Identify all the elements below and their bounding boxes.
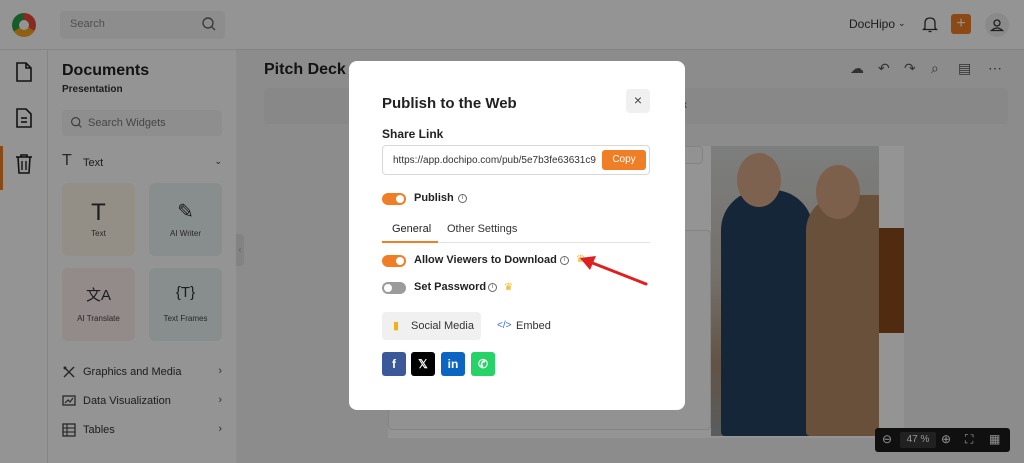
x-share-button[interactable]: 𝕏 <box>411 352 435 376</box>
social-media-label: Social Media <box>411 320 474 332</box>
annotation-arrow-icon <box>580 256 648 286</box>
linkedin-icon: in <box>447 357 459 371</box>
tab-general[interactable]: General <box>392 223 431 235</box>
copy-button[interactable]: Copy <box>602 150 646 170</box>
publish-dialog: Publish to the Web × Share Link https://… <box>349 61 685 410</box>
dialog-title: Publish to the Web <box>382 95 517 112</box>
share-link-label: Share Link <box>382 127 444 141</box>
publish-label: Publish <box>414 192 454 204</box>
whatsapp-icon: ✆ <box>477 357 489 371</box>
social-media-tab[interactable]: ▮ Social Media <box>382 312 481 340</box>
embed-tab[interactable]: </> Embed <box>489 312 559 340</box>
allow-download-label: Allow Viewers to Download <box>414 254 557 266</box>
crown-icon: ♛ <box>504 282 513 293</box>
facebook-share-button[interactable]: f <box>382 352 406 376</box>
publish-toggle[interactable] <box>382 193 406 205</box>
x-icon: 𝕏 <box>418 357 428 371</box>
active-tab-indicator <box>382 241 438 243</box>
info-icon[interactable]: i <box>458 194 467 203</box>
linkedin-share-button[interactable]: in <box>441 352 465 376</box>
facebook-icon: f <box>392 357 396 371</box>
set-password-label: Set Password <box>414 281 487 293</box>
whatsapp-share-button[interactable]: ✆ <box>471 352 495 376</box>
allow-download-toggle[interactable] <box>382 255 406 267</box>
code-icon: </> <box>497 320 512 331</box>
embed-label: Embed <box>516 320 551 332</box>
info-icon[interactable]: i <box>488 283 497 292</box>
share-link-url[interactable]: https://app.dochipo.com/pub/5e7b3fe63631… <box>393 155 601 166</box>
tab-other-settings[interactable]: Other Settings <box>447 223 517 235</box>
share-link-field[interactable]: https://app.dochipo.com/pub/5e7b3fe63631… <box>382 145 650 175</box>
set-password-toggle[interactable] <box>382 282 406 294</box>
close-icon[interactable]: × <box>626 89 650 113</box>
thumbs-up-icon: ▮ <box>393 320 400 332</box>
info-icon[interactable]: i <box>560 256 569 265</box>
